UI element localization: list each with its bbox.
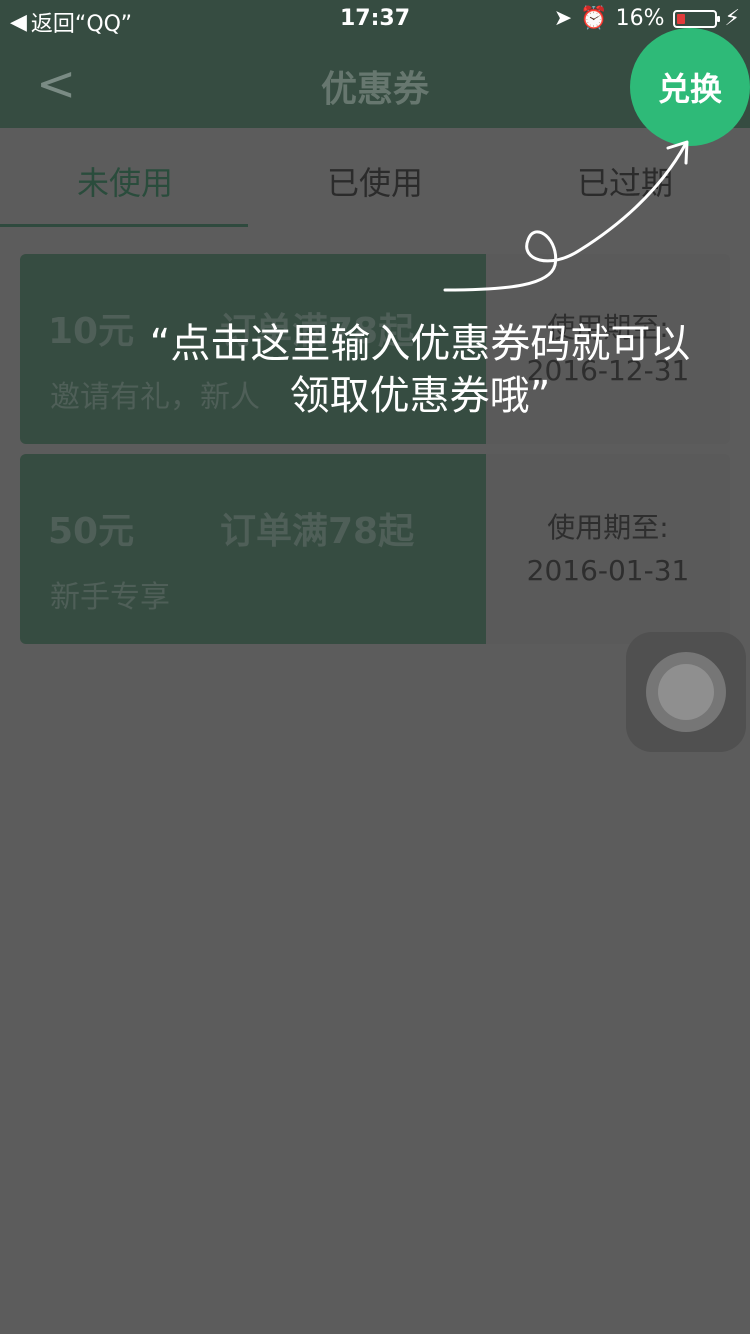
tutorial-tip-line2: 领取优惠券哦” [289, 373, 551, 419]
coupon-amount: 10元 [48, 311, 135, 352]
coupon-condition: 订单满78起 [220, 511, 415, 552]
tutorial-tip-line1: “点击这里输入优惠券码就可以 [149, 321, 691, 367]
tab-unused[interactable]: 未使用 [0, 158, 250, 204]
battery-icon [672, 9, 720, 28]
status-bar: ◀ 返回“QQ” 17:37 ➤ ⏰ 16% ⚡ [0, 0, 750, 40]
assistive-touch-dot [658, 664, 714, 720]
coupon-valid-label: 使用期至: [547, 511, 669, 544]
curved-arrow-icon [443, 140, 689, 292]
charging-bolt-icon: ⚡ [724, 6, 740, 31]
tutorial-tip: “点击这里输入优惠券码就可以 领取优惠券哦” [130, 318, 710, 422]
battery-percent: 16% [615, 6, 665, 31]
coupon-card[interactable]: 50元 订单满78起 新手专享 使用期至: 2016-01-31 [20, 454, 730, 644]
alarm-icon: ⏰ [580, 6, 608, 31]
coupon-expiry-date: 2016-01-31 [526, 554, 690, 587]
coupon-description: 新手专享 [50, 580, 170, 615]
tab-underline [0, 224, 248, 227]
coupon-amount: 50元 [48, 511, 135, 552]
location-arrow-icon: ➤ [553, 6, 573, 31]
assistive-touch-button[interactable] [626, 632, 746, 752]
status-right: ➤ ⏰ 16% ⚡ [554, 6, 740, 31]
